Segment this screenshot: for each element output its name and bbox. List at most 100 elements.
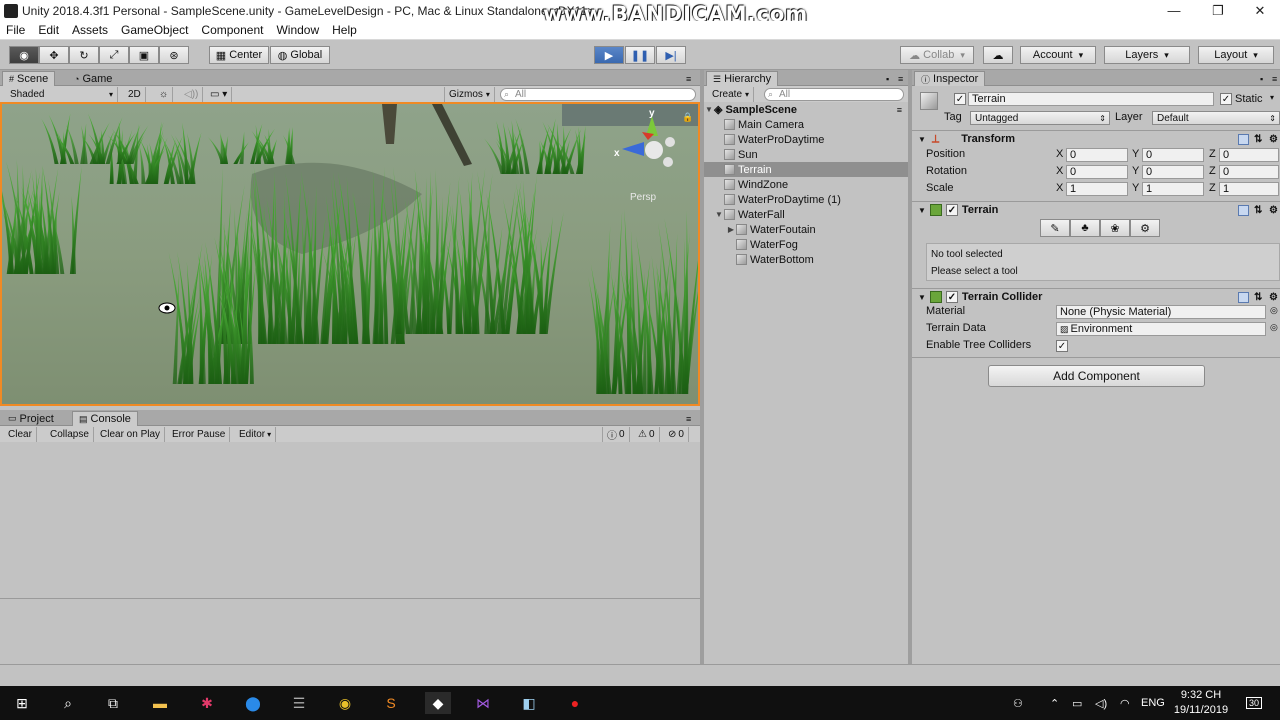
menu-edit[interactable]: Edit [38,23,59,37]
hierarchy-item[interactable]: WaterProDaytime [704,132,908,147]
transform-z-field[interactable]: 0 [1219,148,1279,162]
hierarchy-item[interactable]: Terrain [704,162,908,177]
transform-y-field[interactable]: 0 [1142,148,1204,162]
input-language[interactable]: ENG [1141,686,1165,720]
axis-label[interactable]: Z [1209,148,1216,160]
transform-x-field[interactable]: 0 [1066,148,1128,162]
shading-dropdown[interactable]: Shaded ▾ [6,87,118,102]
warning-count-toggle[interactable]: ⚠ 0 [634,427,660,442]
axis-label[interactable]: Y [1132,165,1139,177]
chrome-icon[interactable]: ◉ [334,692,356,714]
help-book-icon[interactable] [1238,292,1249,303]
terrain-collider-header[interactable]: ▼ ✓ Terrain Collider ⇅ ⚙ [912,288,1280,305]
wifi-icon[interactable]: ◠ [1120,686,1130,720]
hierarchy-item[interactable]: WaterFog [704,237,908,252]
scene-search-input[interactable]: ⌕ All [500,88,696,101]
menu-gameobject[interactable]: GameObject [121,23,188,37]
axis-label[interactable]: Y [1132,148,1139,160]
expand-arrow-icon[interactable]: ▶ [726,225,736,234]
axis-label[interactable]: Z [1209,165,1216,177]
paint-trees-button[interactable]: ♣ [1070,219,1100,237]
console-log-area[interactable] [0,442,700,664]
active-checkbox[interactable]: ✓ [954,93,966,105]
notifications-icon[interactable]: 30 [1246,686,1263,720]
pause-button[interactable]: ❚❚ [625,46,655,64]
tab-game[interactable]: ◔ Game [68,71,118,86]
scene-root[interactable]: ▼ ◈ SampleScene ≡ [704,102,908,117]
menu-window[interactable]: Window [276,23,319,37]
account-dropdown[interactable]: Account [1020,46,1096,64]
expand-arrow-icon[interactable]: ▼ [704,105,714,114]
hierarchy-item[interactable]: ▼ WaterFall [704,207,908,222]
maps-pin-icon[interactable]: ⬤ [242,692,264,714]
transform-z-field[interactable]: 1 [1219,182,1279,196]
tab-hierarchy[interactable]: ☰ Hierarchy [706,71,779,86]
projection-label[interactable]: Persp [630,192,657,203]
axis-label[interactable]: X [1056,148,1063,160]
collider-enabled-checkbox[interactable]: ✓ [945,291,958,303]
app-cube-icon[interactable]: ◧ [518,692,540,714]
editor-dropdown[interactable]: Editor ▾ [235,427,277,442]
rotate-tool-button[interactable]: ↻ [69,46,99,64]
search-icon[interactable]: ⌕ [57,692,79,714]
hand-tool-button[interactable]: ◉ [9,46,39,64]
error-pause-toggle[interactable]: Error Pause [168,427,231,442]
panel-menu-icon[interactable]: ≡ [680,411,697,426]
collapse-toggle[interactable]: Collapse [46,427,94,442]
axis-label[interactable]: Z [1209,182,1216,194]
console-detail-divider[interactable] [0,598,700,599]
hierarchy-item[interactable]: Main Camera [704,117,908,132]
presets-icon[interactable]: ⇅ [1254,292,1262,303]
play-button[interactable]: ▶ [594,46,624,64]
close-button[interactable]: ✕ [1238,0,1280,21]
static-checkbox[interactable]: ✓ [1220,93,1232,105]
terrain-settings-button[interactable]: ⚙ [1130,219,1160,237]
step-button[interactable]: ▶| [656,46,686,64]
tab-scene[interactable]: # Scene [2,71,56,86]
windows-start-icon[interactable]: ⊞ [11,692,33,714]
paint-details-button[interactable]: ❀ [1100,219,1130,237]
help-book-icon[interactable] [1238,134,1249,145]
pivot-space-toggle[interactable]: ◍ Global [270,46,330,64]
hierarchy-item[interactable]: WaterProDaytime (1) [704,192,908,207]
pivot-center-toggle[interactable]: ▦ Center [209,46,269,64]
static-dropdown-icon[interactable]: ▾ [1270,93,1274,102]
create-dropdown[interactable]: Create ▾ [708,87,755,102]
system-clock[interactable]: 9:32 CH 19/11/2019 [1168,688,1234,718]
expand-arrow-icon[interactable]: ▼ [714,210,724,219]
move-tool-button[interactable]: ✥ [39,46,69,64]
terrain-data-field[interactable]: ▨ Environment [1056,322,1266,336]
layer-dropdown[interactable]: Default [1152,111,1280,125]
transform-x-field[interactable]: 1 [1066,182,1128,196]
expand-arrow-icon[interactable]: ▼ [918,293,926,302]
hierarchy-item[interactable]: ▶ WaterFoutain [704,222,908,237]
tab-inspector[interactable]: ⓘ Inspector [914,71,986,86]
battery-icon[interactable]: ▭ [1072,686,1082,720]
menu-help[interactable]: Help [332,23,357,37]
transform-y-field[interactable]: 1 [1142,182,1204,196]
lock-icon[interactable]: 🔒 [682,112,693,122]
lighting-toggle[interactable]: ☼ [155,87,174,102]
transform-tool-button[interactable]: ⊛ [159,46,189,64]
transform-z-field[interactable]: 0 [1219,165,1279,179]
presets-icon[interactable]: ⇅ [1254,205,1262,216]
record-icon[interactable]: ● [564,692,586,714]
object-name-input[interactable]: Terrain [968,92,1214,106]
axis-label[interactable]: Y [1132,182,1139,194]
object-picker-icon[interactable]: ◎ [1270,322,1278,333]
gizmos-dropdown[interactable]: Gizmos ▾ [444,87,495,102]
clear-button[interactable]: Clear [4,427,37,442]
clear-on-play-toggle[interactable]: Clear on Play [96,427,166,442]
info-count-toggle[interactable]: ⓘ 0 [602,427,630,442]
hierarchy-item[interactable]: WaterBottom [704,252,908,267]
2d-toggle[interactable]: 2D [124,87,146,102]
visual-studio-icon[interactable]: ⋈ [472,692,494,714]
panel-menu-icon[interactable]: ≡ [1266,71,1280,86]
more-icon[interactable]: ≡ [897,105,902,115]
effects-dropdown[interactable]: ▭ ▾ [206,87,233,102]
transform-header[interactable]: ▼ ⟂ Transform ⇅ ⚙ [912,130,1280,147]
help-book-icon[interactable] [1238,205,1249,216]
sublime-icon[interactable]: S [380,692,402,714]
database-icon[interactable]: ☰ [288,692,310,714]
axis-label[interactable]: X [1056,165,1063,177]
